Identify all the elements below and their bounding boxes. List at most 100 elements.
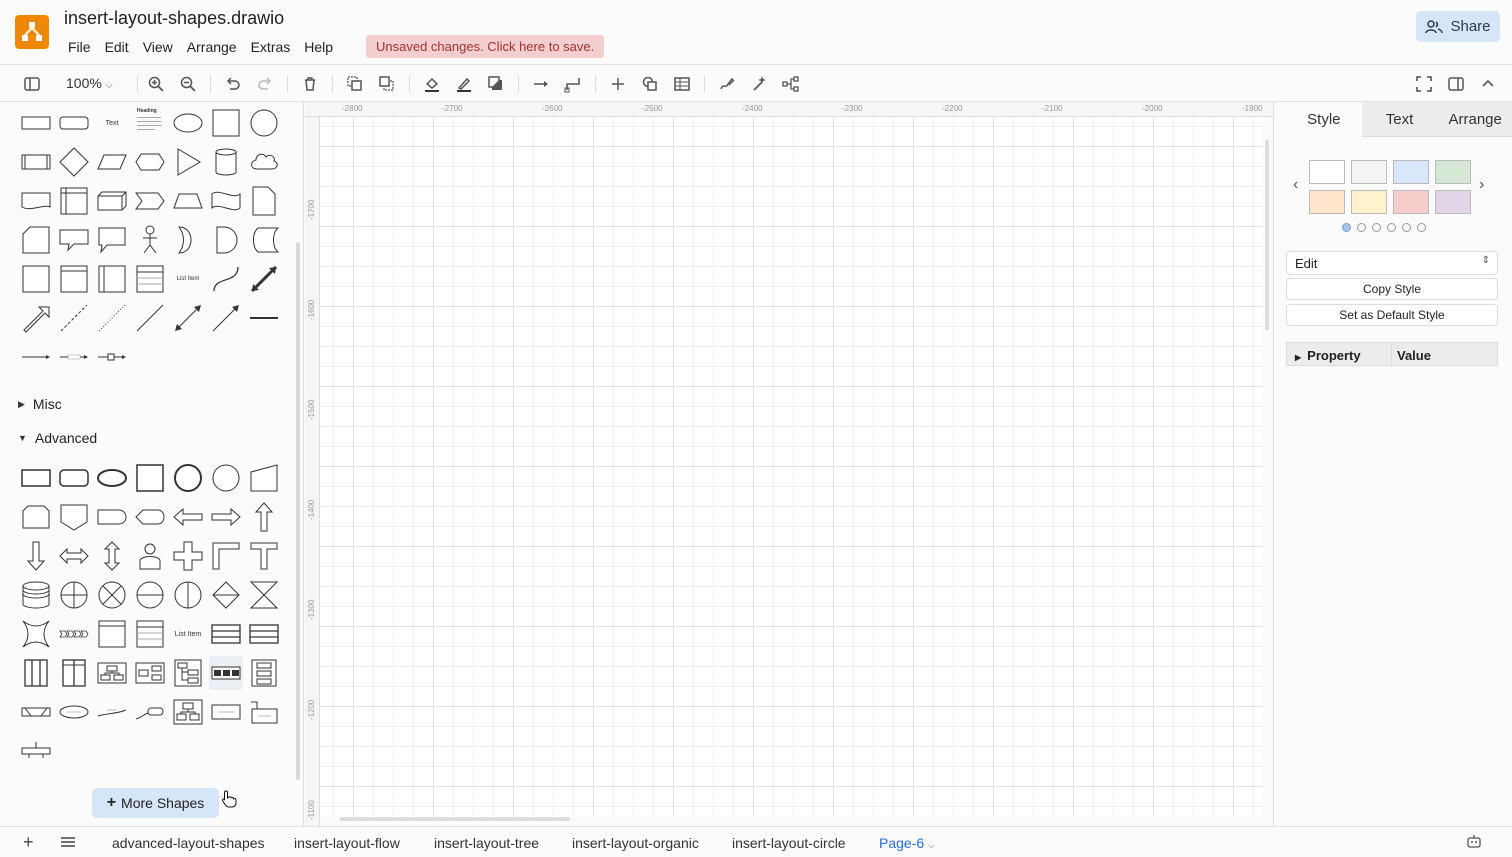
window-shape[interactable] [95,617,129,651]
parallelogram-shape[interactable] [95,145,129,179]
vertical-pool-shape[interactable] [19,656,53,690]
format-panel-toggle-icon[interactable] [21,73,43,95]
dashed-line-shape[interactable] [57,301,91,335]
step-shape[interactable] [133,184,167,218]
actor-shape[interactable] [133,223,167,257]
bidirectional-arrow-shape[interactable] [247,262,281,296]
heading-textbox-shape[interactable]: Heading [133,106,167,140]
adv-rectangle-shape[interactable] [19,461,53,495]
to-back-icon[interactable] [376,73,398,95]
lined-circle-horizontal-shape[interactable] [133,578,167,612]
rounded-rectangle-shape[interactable] [57,106,91,140]
organization-shape[interactable] [209,695,243,729]
connection-icon[interactable] [530,73,552,95]
waypoints-icon[interactable] [562,73,584,95]
style-swatch[interactable] [1351,160,1387,184]
adv-circle-shape[interactable] [171,461,205,495]
speech-bubble-shape[interactable] [95,223,129,257]
horizontal-table-shape[interactable] [209,617,243,651]
horizontal-flow-layout-shape[interactable] [209,656,243,690]
share-button[interactable]: Share [1416,11,1500,42]
tab-style[interactable]: Style [1286,102,1362,137]
property-table-header[interactable]: ▶ Property Value [1286,342,1498,366]
menu-arrange[interactable]: Arrange [180,36,244,58]
menu-file[interactable]: File [61,36,98,58]
style-swatch[interactable] [1393,160,1429,184]
collapse-icon[interactable] [1477,73,1499,95]
container-shape[interactable] [19,262,53,296]
tab-arrange[interactable]: Arrange [1437,102,1512,137]
hexagon-shape[interactable] [133,145,167,179]
card-shape[interactable] [19,223,53,257]
data-storage-shape[interactable] [247,223,281,257]
page-dot[interactable] [1357,223,1366,232]
division-shape[interactable] [247,695,281,729]
adv-circle-thin-shape[interactable] [209,461,243,495]
page-tab[interactable]: advanced-layout-shapes [112,835,265,851]
sort-shape[interactable] [209,578,243,612]
process-shape[interactable] [19,145,53,179]
tape-shape[interactable] [209,184,243,218]
display-shape[interactable] [133,500,167,534]
chevron-list-shape[interactable] [57,617,91,651]
tab-text[interactable]: Text [1361,102,1438,137]
cross-shape[interactable] [171,539,205,573]
org-chart-container-shape[interactable] [171,695,205,729]
vertical-lanes-shape[interactable] [57,656,91,690]
sub-topic-shape[interactable] [133,695,167,729]
square-shape[interactable] [209,106,243,140]
vertical-double-arrow-shape[interactable] [95,539,129,573]
internal-storage-shape[interactable] [57,184,91,218]
zoom-out-icon[interactable] [177,73,199,95]
manual-input-shape[interactable] [247,461,281,495]
zoom-dropdown[interactable]: 100% ⌵ [66,75,113,91]
table-rows-shape[interactable] [247,617,281,651]
pages-menu-icon[interactable] [60,836,76,848]
menu-help[interactable]: Help [297,36,340,58]
adv-list-shape[interactable] [133,617,167,651]
adv-list-item-shape[interactable]: List Item [171,617,205,651]
table-icon[interactable] [671,73,693,95]
tee-shape[interactable] [247,539,281,573]
bidirectional-connector-shape[interactable] [171,301,205,335]
cloud-shape[interactable] [247,145,281,179]
cube-shape[interactable] [95,184,129,218]
circle-shape[interactable] [247,106,281,140]
corner-shape[interactable] [209,539,243,573]
chevron-left-icon[interactable]: ‹ [1293,176,1298,194]
left-arrow-shape[interactable] [171,500,205,534]
toggle-format-icon[interactable] [1445,73,1467,95]
page-tab[interactable]: insert-layout-tree [434,835,539,851]
document-shape[interactable] [19,184,53,218]
line-shape[interactable] [133,301,167,335]
layout-icon[interactable] [780,73,802,95]
feedback-icon[interactable] [1466,834,1482,850]
page-tab[interactable]: insert-layout-organic [572,835,699,851]
set-default-style-button[interactable]: Set as Default Style [1286,304,1498,326]
vertical-container-shape[interactable] [95,262,129,296]
directional-connector-shape[interactable] [209,301,243,335]
tree-root-shape[interactable] [19,695,53,729]
horizontal-tree-shape[interactable] [133,656,167,690]
diamond-shape[interactable] [57,145,91,179]
page-tab[interactable]: insert-layout-circle [732,835,846,851]
zoom-in-icon[interactable] [145,73,167,95]
cylinder-shape[interactable] [209,145,243,179]
lined-circle-vertical-shape[interactable] [171,578,205,612]
add-page-icon[interactable]: + [23,832,34,853]
page-dot[interactable] [1417,223,1426,232]
insert-icon[interactable] [607,73,629,95]
redo-icon[interactable] [254,73,276,95]
misc-section-toggle[interactable]: ▶ Misc [18,396,62,412]
style-swatch[interactable] [1435,160,1471,184]
star-shape[interactable] [19,617,53,651]
edit-style-select[interactable]: Edit ⇕ [1286,251,1498,275]
labeled-link-shape[interactable] [57,340,91,374]
delete-icon[interactable] [299,73,321,95]
user-shape[interactable] [133,539,167,573]
page-dot[interactable] [1402,223,1411,232]
fill-color-icon[interactable] [421,73,443,95]
menu-view[interactable]: View [136,36,180,58]
style-swatch[interactable] [1393,190,1429,214]
summing-junction-shape[interactable] [57,578,91,612]
